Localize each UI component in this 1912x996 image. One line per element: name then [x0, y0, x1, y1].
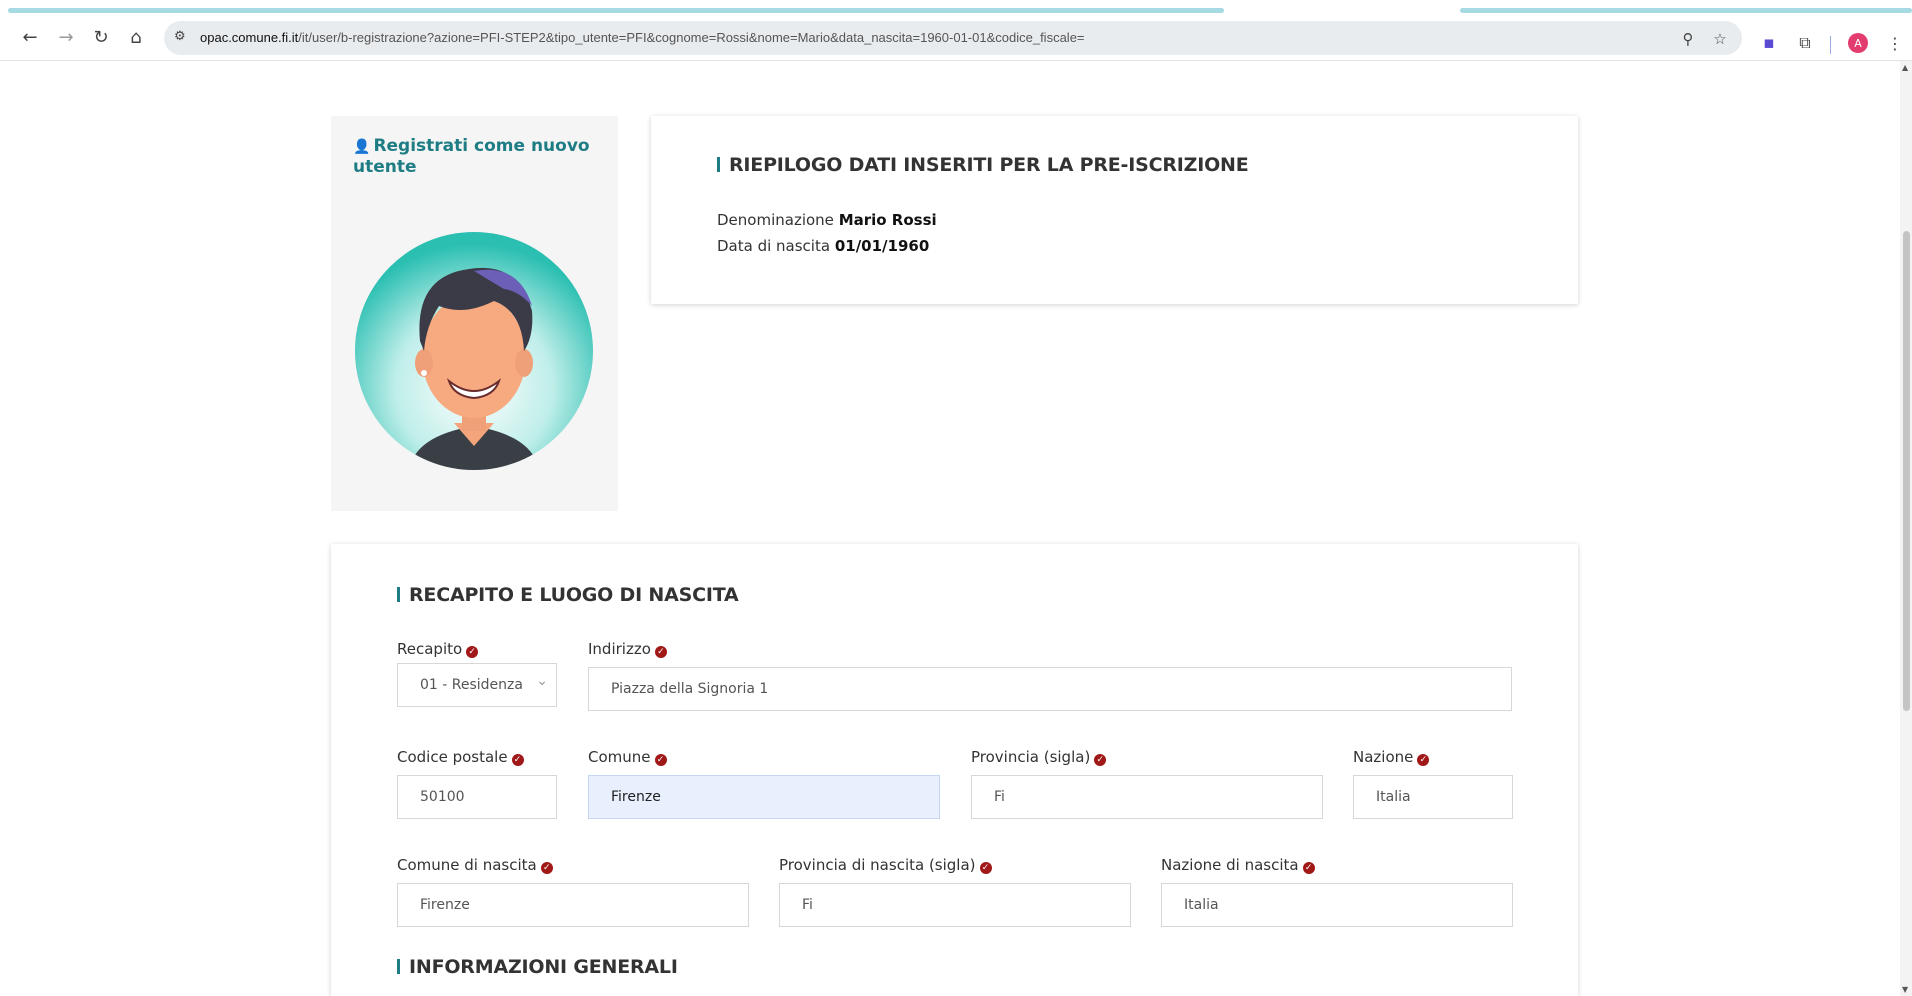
reload-icon[interactable]: ↻	[87, 23, 115, 51]
summary-card: RIEPILOGO DATI INSERITI PER LA PRE-ISCRI…	[651, 116, 1578, 304]
provincia-input[interactable]: Fi	[971, 775, 1323, 819]
provincia-nascita-input[interactable]: Fi	[779, 883, 1131, 927]
user-icon: 👤	[353, 139, 371, 155]
cap-label: Codice postale ✓	[397, 748, 524, 766]
cap-label-text: Codice postale	[397, 748, 508, 766]
nazione-input[interactable]: Italia	[1353, 775, 1513, 819]
comune-input[interactable]: Firenze	[588, 775, 940, 819]
nazione-label-text: Nazione	[1353, 748, 1414, 766]
sidebar-title[interactable]: 👤 Registrati come nuovo utente	[331, 116, 618, 189]
required-check-icon: ✓	[1094, 754, 1107, 766]
data-nascita-label: Data di nascita	[717, 237, 831, 255]
required-check-icon: ✓	[979, 862, 992, 874]
required-check-icon: ✓	[1302, 862, 1315, 874]
scroll-down-icon[interactable]: ▼	[1902, 985, 1908, 994]
extension-icon[interactable]: ◼	[1758, 32, 1780, 54]
indirizzo-label-text: Indirizzo	[588, 640, 651, 658]
denominazione-value: Mario Rossi	[838, 211, 937, 229]
tab-indicator	[8, 8, 1224, 13]
denominazione-line: Denominazione Mario Rossi	[717, 211, 937, 229]
comune-label: Comune ✓	[588, 748, 667, 766]
tab-strip	[0, 0, 1912, 14]
extensions-puzzle-icon[interactable]: ⧉	[1794, 32, 1816, 54]
provincia-nascita-label: Provincia di nascita (sigla) ✓	[779, 856, 992, 874]
required-check-icon: ✓	[540, 862, 553, 874]
url-path: /it/user/b-registrazione?azione=PFI-STEP…	[298, 30, 1085, 45]
comune-nascita-input[interactable]: Firenze	[397, 883, 749, 927]
nazione-nascita-label: Nazione di nascita ✓	[1161, 856, 1315, 874]
bookmark-star-icon[interactable]: ☆	[1710, 29, 1730, 49]
menu-kebab-icon[interactable]: ⋮	[1884, 32, 1906, 54]
comune-nascita-label: Comune di nascita ✓	[397, 856, 553, 874]
comune-label-text: Comune	[588, 748, 651, 766]
summary-title: RIEPILOGO DATI INSERITI PER LA PRE-ISCRI…	[717, 154, 1249, 176]
indirizzo-label: Indirizzo ✓	[588, 640, 667, 658]
address-bar[interactable]: ⚙ opac.comune.fi.it/it/user/b-registrazi…	[164, 21, 1742, 55]
forward-icon[interactable]: →	[52, 23, 80, 51]
scrollbar[interactable]: ▲ ▼	[1900, 61, 1912, 996]
data-nascita-value: 01/01/1960	[834, 237, 930, 255]
provincia-nascita-label-text: Provincia di nascita (sigla)	[779, 856, 976, 874]
zoom-icon[interactable]: ⚲	[1678, 29, 1698, 49]
registration-sidebar: 👤 Registrati come nuovo utente	[331, 116, 618, 511]
data-nascita-line: Data di nascita 01/01/1960	[717, 237, 929, 255]
required-check-icon: ✓	[654, 754, 667, 766]
required-check-icon: ✓	[1417, 754, 1430, 766]
required-check-icon: ✓	[466, 646, 479, 658]
nazione-label: Nazione ✓	[1353, 748, 1430, 766]
tab-indicator	[1460, 8, 1912, 13]
informazioni-section-title: INFORMAZIONI GENERALI	[397, 956, 678, 978]
recapito-section-title: RECAPITO E LUOGO DI NASCITA	[397, 584, 739, 606]
form-card: RECAPITO E LUOGO DI NASCITA Recapito ✓ 01…	[331, 544, 1578, 996]
required-check-icon: ✓	[511, 754, 524, 766]
recapito-select[interactable]: 01 - Residenza	[397, 663, 557, 707]
denominazione-label: Denominazione	[717, 211, 834, 229]
nazione-nascita-label-text: Nazione di nascita	[1161, 856, 1299, 874]
user-avatar-illustration	[354, 231, 594, 471]
profile-avatar[interactable]: A	[1848, 33, 1868, 53]
comune-nascita-label-text: Comune di nascita	[397, 856, 537, 874]
recapito-label-text: Recapito	[397, 640, 463, 658]
provincia-label: Provincia (sigla) ✓	[971, 748, 1107, 766]
nazione-nascita-input[interactable]: Italia	[1161, 883, 1513, 927]
recapito-label: Recapito ✓	[397, 640, 479, 658]
url-host: opac.comune.fi.it	[200, 30, 299, 45]
back-icon[interactable]: ←	[16, 23, 44, 51]
scroll-up-icon[interactable]: ▲	[1902, 63, 1908, 72]
toolbar-divider	[1830, 36, 1831, 54]
browser-toolbar: ← → ↻ ⌂ ⚙ opac.comune.fi.it/it/user/b-re…	[0, 14, 1912, 61]
required-check-icon: ✓	[654, 646, 667, 658]
indirizzo-input[interactable]: Piazza della Signoria 1	[588, 667, 1512, 711]
scrollbar-thumb[interactable]	[1903, 231, 1910, 711]
url-text[interactable]: opac.comune.fi.it/it/user/b-registrazion…	[200, 21, 1085, 55]
provincia-label-text: Provincia (sigla)	[971, 748, 1091, 766]
home-icon[interactable]: ⌂	[122, 23, 150, 51]
cap-input[interactable]: 50100	[397, 775, 557, 819]
sidebar-title-text: Registrati come nuovo utente	[353, 136, 590, 177]
site-info-icon[interactable]: ⚙	[174, 29, 192, 47]
